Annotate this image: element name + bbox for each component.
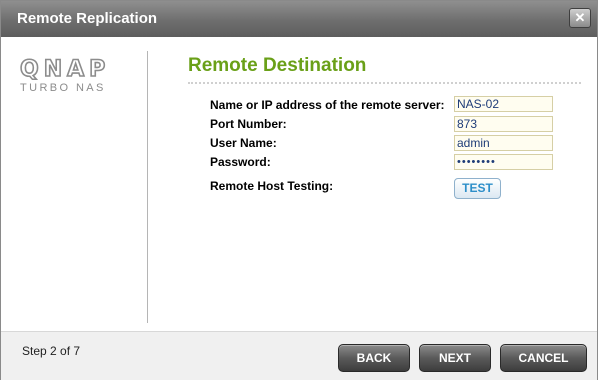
section-title: Remote Destination: [188, 55, 367, 76]
window-title: Remote Replication: [17, 10, 158, 27]
username-label: User Name:: [210, 136, 277, 150]
dotted-divider: [188, 82, 581, 84]
remote-host-testing-label: Remote Host Testing:: [210, 179, 334, 193]
server-label: Name or IP address of the remote server:: [210, 98, 445, 112]
logo-text: QNAP: [19, 56, 111, 83]
cancel-button[interactable]: CANCEL: [500, 344, 587, 372]
remote-replication-dialog: Remote Replication ✕ QNAP TURBO NAS Remo…: [0, 0, 598, 380]
step-indicator: Step 2 of 7: [22, 344, 81, 358]
username-input[interactable]: admin: [454, 135, 553, 151]
qnap-logo: QNAP TURBO NAS: [19, 56, 111, 94]
next-button[interactable]: NEXT: [419, 344, 491, 372]
title-bar: Remote Replication ✕: [1, 1, 597, 37]
vertical-divider: [147, 51, 148, 323]
logo-subtext: TURBO NAS: [20, 82, 106, 94]
server-input[interactable]: NAS-02: [454, 96, 553, 112]
password-input[interactable]: ••••••••: [454, 154, 553, 170]
port-input[interactable]: 873: [454, 116, 553, 132]
port-label: Port Number:: [210, 117, 287, 131]
close-icon: ✕: [574, 10, 586, 25]
close-button[interactable]: ✕: [569, 8, 591, 28]
test-button[interactable]: TEST: [454, 178, 501, 199]
password-label: Password:: [210, 155, 271, 169]
back-button[interactable]: BACK: [338, 344, 410, 372]
